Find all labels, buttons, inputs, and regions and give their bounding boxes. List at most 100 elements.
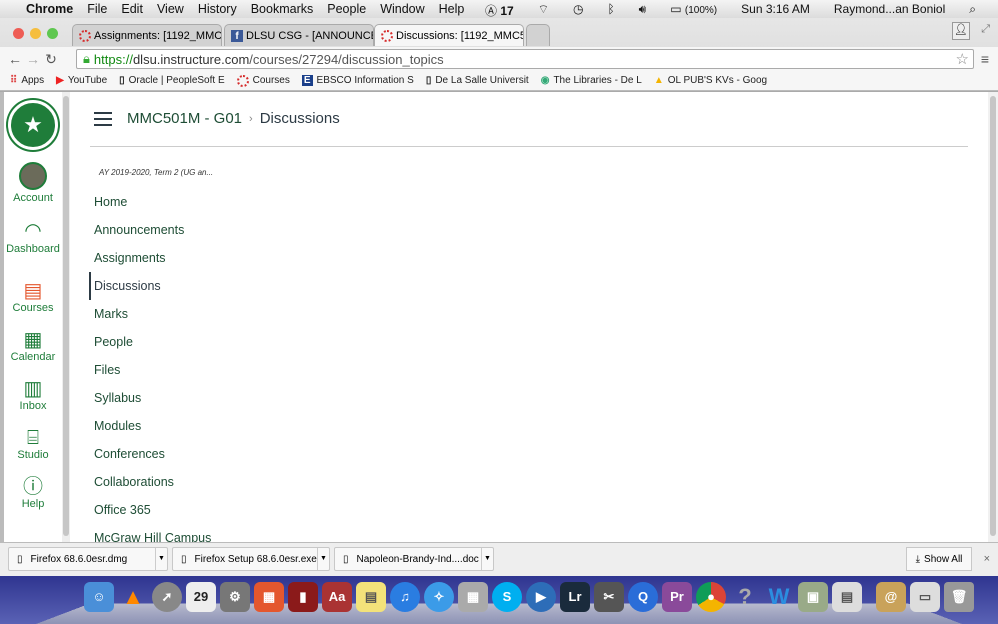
course-nav-office-365[interactable]: Office 365: [89, 496, 211, 524]
course-nav-people[interactable]: People: [89, 328, 211, 356]
bookmark-apps[interactable]: ⠿ Apps: [10, 75, 44, 86]
tab-discussions[interactable]: Discussions: [1192_MMC5×: [374, 24, 524, 46]
launchpad-icon[interactable]: ➚: [152, 582, 182, 612]
global-nav-account[interactable]: Account: [4, 162, 62, 204]
bookmark-star-icon[interactable]: ☆: [956, 50, 969, 68]
course-nav-mcgraw-hill[interactable]: McGraw Hill Campus: [89, 524, 211, 542]
address-bar[interactable]: 🔒︎ https://dlsu.instructure.com/courses/…: [76, 49, 974, 69]
course-nav-conferences[interactable]: Conferences: [89, 440, 211, 468]
iphoto-icon[interactable]: ▣: [798, 582, 828, 612]
volume-icon[interactable]: 🔊︎: [639, 2, 647, 19]
stickies-icon[interactable]: ▤: [356, 582, 386, 612]
spotlight-icon[interactable]: ⌕: [969, 2, 976, 19]
profile-icon[interactable]: 👤︎: [952, 22, 970, 40]
show-all-downloads-button[interactable]: ⤓ Show All: [906, 547, 972, 571]
chrome-icon[interactable]: ●: [696, 582, 726, 612]
applications-folder-icon[interactable]: @: [876, 582, 906, 612]
back-button[interactable]: ←: [6, 51, 24, 67]
calculator-icon[interactable]: ▦: [458, 582, 488, 612]
global-nav-help[interactable]: ⓘ Help: [4, 476, 62, 510]
course-nav-discussions[interactable]: Discussions: [89, 272, 211, 300]
course-nav-marks[interactable]: Marks: [89, 300, 211, 328]
page-scrollbar[interactable]: [988, 92, 998, 542]
printer-icon[interactable]: ▭: [910, 582, 940, 612]
bookmark-ol-pubs[interactable]: ▲ OL PUB'S KVs - Goog: [654, 75, 767, 86]
bookmark-youtube[interactable]: ▶ YouTube: [56, 75, 107, 86]
download-item[interactable]: ▯ Firefox Setup 68.6.0esr.exe ▼: [172, 547, 330, 571]
menu-edit[interactable]: Edit: [121, 2, 143, 16]
global-nav-studio[interactable]: ⌸ Studio: [4, 427, 62, 461]
bookmark-libraries[interactable]: ◉ The Libraries - De L: [541, 75, 642, 86]
download-menu-arrow-icon[interactable]: ▼: [481, 548, 493, 570]
course-nav-files[interactable]: Files: [89, 356, 211, 384]
course-nav-modules[interactable]: Modules: [89, 412, 211, 440]
close-window-button[interactable]: [13, 28, 24, 39]
vlc-icon[interactable]: ▲: [118, 582, 148, 612]
forward-button[interactable]: →: [24, 51, 42, 67]
menu-people[interactable]: People: [327, 2, 366, 16]
quicktime-icon[interactable]: Q: [628, 582, 658, 612]
finder-icon[interactable]: ☺: [84, 582, 114, 612]
tab-assignments[interactable]: Assignments: [1192_MMC×: [72, 24, 222, 46]
close-downloads-bar-icon[interactable]: ×: [984, 553, 990, 565]
reload-button[interactable]: ↻: [42, 51, 60, 68]
help-app-icon[interactable]: ?: [730, 582, 760, 612]
bookmark-dlsu[interactable]: ▯ De La Salle Universit: [426, 75, 529, 86]
battery-status[interactable]: ▭ (100%): [670, 2, 717, 19]
clock[interactable]: Sun 3:16 AM: [741, 2, 810, 19]
menu-history[interactable]: History: [198, 2, 237, 16]
global-nav-courses[interactable]: ▤ Courses: [4, 280, 62, 314]
bluetooth-icon[interactable]: ᛒ: [607, 2, 614, 19]
nav-scrollbar[interactable]: [62, 92, 70, 542]
final-cut-icon[interactable]: ✂: [594, 582, 624, 612]
menu-view[interactable]: View: [157, 2, 184, 16]
bookmark-courses[interactable]: Courses: [236, 74, 290, 87]
download-item[interactable]: ▯ Napoleon-Brandy-Ind....doc ▼: [334, 547, 494, 571]
dictionary-icon[interactable]: Aa: [322, 582, 352, 612]
word-icon[interactable]: W: [764, 582, 794, 612]
course-nav-announcements[interactable]: Announcements: [89, 216, 211, 244]
menu-help[interactable]: Help: [439, 2, 465, 16]
itunes-icon[interactable]: ♫: [390, 582, 420, 612]
hamburger-menu-icon[interactable]: [94, 111, 112, 126]
trash-icon[interactable]: 🗑︎: [944, 582, 974, 612]
app-icon[interactable]: ▦: [254, 582, 284, 612]
bookmark-oracle[interactable]: ▯ Oracle | PeopleSoft E: [119, 75, 225, 86]
preview-icon[interactable]: ▤: [832, 582, 862, 612]
chrome-menu-icon[interactable]: ≡: [976, 51, 994, 67]
skype-icon[interactable]: S: [492, 582, 522, 612]
course-nav-collaborations[interactable]: Collaborations: [89, 468, 211, 496]
new-tab-button[interactable]: [526, 24, 550, 46]
system-preferences-icon[interactable]: ⚙: [220, 582, 250, 612]
menu-bookmarks[interactable]: Bookmarks: [251, 2, 314, 16]
menu-app[interactable]: Chrome: [26, 2, 73, 16]
photo-booth-icon[interactable]: ▮: [288, 582, 318, 612]
course-nav-home[interactable]: Home: [89, 188, 211, 216]
menu-window[interactable]: Window: [380, 2, 424, 16]
lightroom-icon[interactable]: Lr: [560, 582, 590, 612]
global-nav-calendar[interactable]: ▦ Calendar: [4, 329, 62, 363]
fullscreen-icon[interactable]: ⤢: [981, 23, 990, 36]
course-nav-syllabus[interactable]: Syllabus: [89, 384, 211, 412]
tab-dlsu-csg[interactable]: fDLSU CSG - [ANNOUNCEM×: [224, 24, 374, 46]
calendar-app-icon[interactable]: 29: [186, 582, 216, 612]
adobe-icon[interactable]: Ⓐ 17: [485, 2, 514, 19]
safari-icon[interactable]: ✧: [424, 582, 454, 612]
user-name[interactable]: Raymond...an Boniol: [834, 2, 945, 19]
wifi-icon[interactable]: ⌔: [538, 2, 549, 19]
premiere-icon[interactable]: Pr: [662, 582, 692, 612]
time-machine-icon[interactable]: ◷: [573, 2, 583, 19]
download-item[interactable]: ▯ Firefox 68.6.0esr.dmg ▼: [8, 547, 168, 571]
imovie-icon[interactable]: ▶: [526, 582, 556, 612]
global-nav-dashboard[interactable]: ◠ Dashboard: [4, 220, 62, 256]
download-menu-arrow-icon[interactable]: ▼: [317, 548, 329, 570]
minimize-window-button[interactable]: [30, 28, 41, 39]
course-nav-assignments[interactable]: Assignments: [89, 244, 211, 272]
bookmark-ebsco[interactable]: E EBSCO Information S: [301, 75, 414, 86]
global-nav-inbox[interactable]: ▥ Inbox: [4, 378, 62, 412]
menu-file[interactable]: File: [87, 2, 107, 16]
download-menu-arrow-icon[interactable]: ▼: [155, 548, 167, 570]
dlsu-logo[interactable]: ★: [4, 100, 62, 150]
zoom-window-button[interactable]: [47, 28, 58, 39]
breadcrumb-course-link[interactable]: MMC501M - G01: [127, 110, 242, 127]
